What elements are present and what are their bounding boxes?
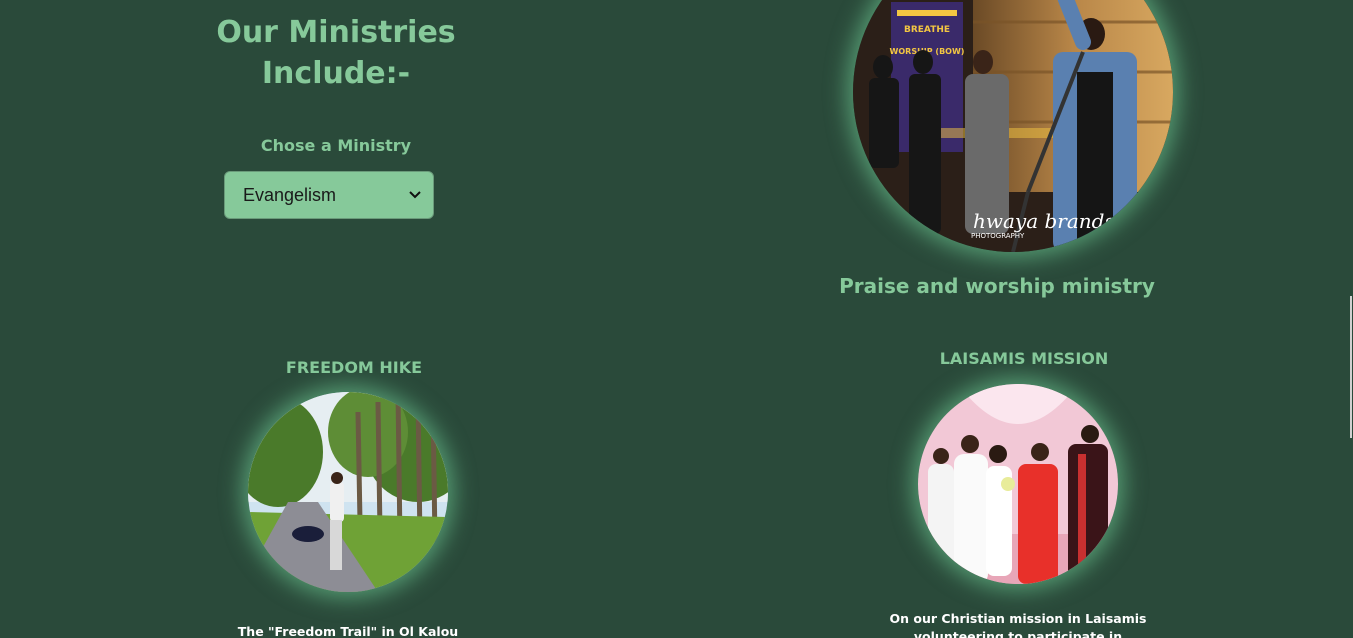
ministries-page: Our Ministries Include:- Chose a Ministr… [0,0,1353,638]
ministry-select[interactable]: Evangelism [224,171,434,219]
worship-photo: BREATHE WORSHIP (BOW) hwaya brands PHOTO… [853,0,1173,252]
ministry-select-label: Chose a Ministry [260,136,412,155]
hike-title: FREEDOM HIKE [285,358,423,377]
worship-caption: Praise and worship ministry [839,274,1155,298]
mission-title: LAISAMIS MISSION [939,349,1109,368]
ministry-select-value: Evangelism [243,184,337,205]
mission-photo [918,384,1118,584]
mission-description: On our Christian mission in Laisamis vol… [889,611,1147,638]
chevron-down-icon [409,188,421,202]
photo-watermark-sub: PHOTOGRAPHY [971,232,1025,240]
page-scrollbar[interactable] [1349,0,1353,638]
scrollbar-thumb[interactable] [1350,296,1352,438]
hike-photo [248,392,448,592]
photo-watermark: hwaya brands [973,209,1115,233]
ministries-heading: Our Ministries Include:- [216,15,456,91]
hike-description: The "Freedom Trail" in Ol Kalou offers a [237,624,459,638]
svg-text:BREATHE: BREATHE [904,25,950,35]
